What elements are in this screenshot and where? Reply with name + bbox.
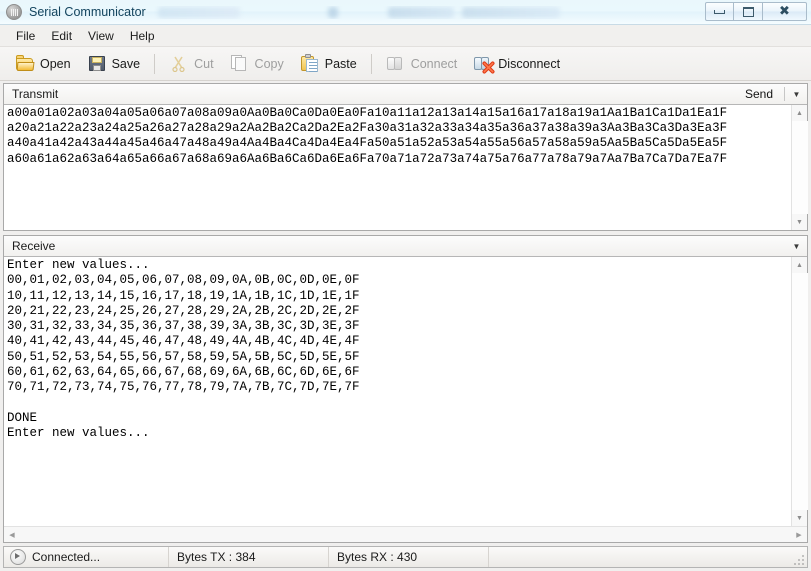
receive-header: Receive ▼ xyxy=(4,236,807,257)
panels-container: Transmit Send ▼ a00a01a02a03a04a05a06a07… xyxy=(0,81,811,543)
open-button-label: Open xyxy=(40,57,71,71)
app-circle-icon xyxy=(6,4,22,20)
transmit-text[interactable]: a00a01a02a03a04a05a06a07a08a09a0Aa0Ba0Ca… xyxy=(4,105,791,230)
maximize-button[interactable] xyxy=(734,2,763,21)
menu-bar: File Edit View Help xyxy=(0,25,811,47)
status-bytes-tx-label: Bytes TX : 384 xyxy=(177,550,256,564)
scroll-right-icon[interactable]: ▶ xyxy=(791,527,807,543)
redacted-title-region xyxy=(154,6,674,19)
floppy-disk-icon xyxy=(87,54,107,73)
cut-button[interactable]: Cut xyxy=(162,50,220,77)
toolbar-separator-1 xyxy=(154,54,155,74)
menu-item-file[interactable]: File xyxy=(8,27,43,45)
copy-pages-icon xyxy=(230,54,250,73)
receive-panel: Receive ▼ Enter new values... 00,01,02,0… xyxy=(3,235,808,543)
receive-body: Enter new values... 00,01,02,03,04,05,06… xyxy=(4,257,807,526)
toolbar-separator-2 xyxy=(371,54,372,74)
status-empty-cell xyxy=(489,547,807,567)
transmit-title: Transmit xyxy=(12,87,737,101)
save-button-label: Save xyxy=(112,57,141,71)
status-connection-cell: Connected... xyxy=(4,547,169,567)
menu-item-edit[interactable]: Edit xyxy=(43,27,80,45)
status-bar: Connected... Bytes TX : 384 Bytes RX : 4… xyxy=(3,546,808,568)
scroll-left-icon[interactable]: ◀ xyxy=(4,527,20,543)
scissors-icon xyxy=(169,54,189,73)
receive-vertical-scrollbar[interactable]: ▲ ▼ xyxy=(791,257,807,526)
scroll-up-icon[interactable]: ▲ xyxy=(792,257,808,273)
window-title: Serial Communicator xyxy=(29,5,146,19)
transmit-vertical-scrollbar[interactable]: ▲ ▼ xyxy=(791,105,807,230)
menu-item-help[interactable]: Help xyxy=(122,27,163,45)
send-button[interactable]: Send xyxy=(737,85,781,103)
toolbar: Open Save Cut Copy xyxy=(0,47,811,81)
minimize-button[interactable] xyxy=(705,2,734,21)
status-bytes-rx-cell: Bytes RX : 430 xyxy=(329,547,489,567)
copy-button-label: Copy xyxy=(255,57,284,71)
transmit-body: a00a01a02a03a04a05a06a07a08a09a0Aa0Ba0Ca… xyxy=(4,105,807,230)
close-icon: ✖ xyxy=(779,5,790,18)
receive-options-chevron-down-icon[interactable]: ▼ xyxy=(788,238,805,255)
connected-circle-icon xyxy=(10,549,26,565)
receive-title: Receive xyxy=(12,239,788,253)
scroll-down-icon[interactable]: ▼ xyxy=(792,214,808,230)
plug-connect-icon xyxy=(386,54,406,73)
status-bytes-rx-label: Bytes RX : 430 xyxy=(337,550,417,564)
connect-button[interactable]: Connect xyxy=(379,50,465,77)
title-bar: Serial Communicator ✖ xyxy=(0,0,811,25)
maximize-icon xyxy=(743,7,754,17)
close-button[interactable]: ✖ xyxy=(763,2,807,21)
app-window: Serial Communicator ✖ File Edit View Hel… xyxy=(0,0,811,571)
window-controls: ✖ xyxy=(705,2,807,21)
scroll-down-icon[interactable]: ▼ xyxy=(792,510,808,526)
status-connection-label: Connected... xyxy=(32,550,100,564)
minimize-icon xyxy=(714,10,725,14)
transmit-panel: Transmit Send ▼ a00a01a02a03a04a05a06a07… xyxy=(3,83,808,231)
paste-button-label: Paste xyxy=(325,57,357,71)
clipboard-paste-icon xyxy=(300,54,320,73)
disconnect-button-label: Disconnect xyxy=(498,57,560,71)
resize-grip-icon[interactable] xyxy=(793,554,804,565)
transmit-header-separator xyxy=(784,87,785,101)
folder-open-icon xyxy=(15,54,35,73)
transmit-header: Transmit Send ▼ xyxy=(4,84,807,105)
scroll-up-icon[interactable]: ▲ xyxy=(792,105,808,121)
connect-button-label: Connect xyxy=(411,57,458,71)
receive-horizontal-scrollbar[interactable]: ◀ ▶ xyxy=(4,526,807,542)
red-x-icon xyxy=(482,61,495,74)
paste-button[interactable]: Paste xyxy=(293,50,364,77)
menu-item-view[interactable]: View xyxy=(80,27,122,45)
copy-button[interactable]: Copy xyxy=(223,50,291,77)
plug-disconnect-icon xyxy=(473,54,493,73)
receive-text[interactable]: Enter new values... 00,01,02,03,04,05,06… xyxy=(4,257,791,526)
save-button[interactable]: Save xyxy=(80,50,148,77)
receive-scroll-track[interactable] xyxy=(792,273,808,510)
cut-button-label: Cut xyxy=(194,57,213,71)
open-button[interactable]: Open xyxy=(8,50,78,77)
disconnect-button[interactable]: Disconnect xyxy=(466,50,567,77)
send-options-chevron-down-icon[interactable]: ▼ xyxy=(788,86,805,103)
status-bytes-tx-cell: Bytes TX : 384 xyxy=(169,547,329,567)
transmit-scroll-track[interactable] xyxy=(792,121,808,214)
